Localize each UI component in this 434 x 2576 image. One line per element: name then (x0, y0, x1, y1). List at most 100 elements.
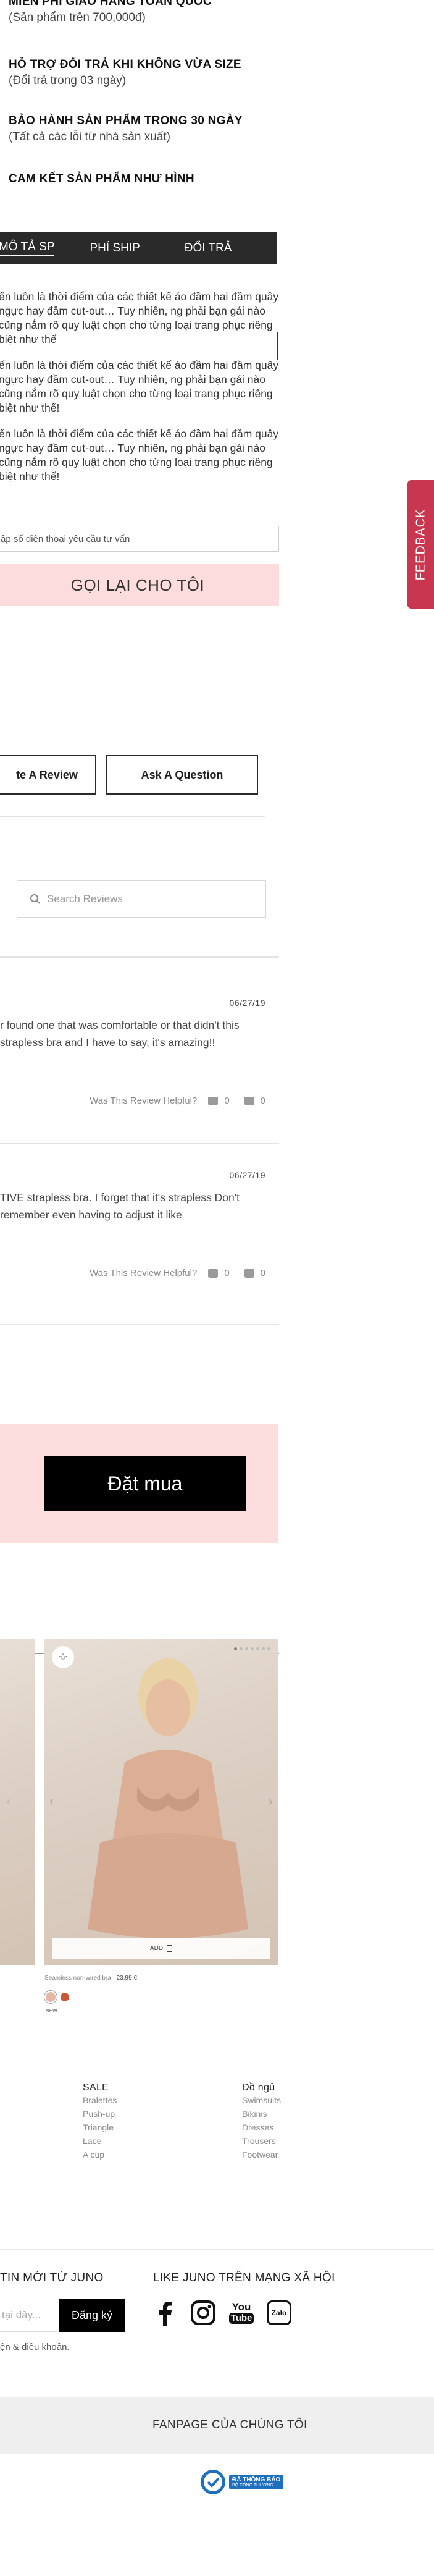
thumbs-up-icon[interactable] (208, 1268, 219, 1278)
bag-icon (167, 1945, 173, 1952)
search-icon (30, 894, 40, 904)
thumbs-down-icon[interactable] (244, 1268, 254, 1278)
add-label: ADD (149, 1945, 164, 1952)
helpful-label: Was This Review Helpful? (90, 1268, 198, 1278)
tab-shipping[interactable]: PHÍ SHIP (90, 242, 140, 255)
certification-line1: ĐÃ THÔNG BÁO (232, 2477, 281, 2483)
policy-item: BẢO HÀNH SẢN PHẨM TRONG 30 NGÀY (Tất cả … (9, 114, 280, 172)
model-figure (88, 1658, 248, 1938)
product-image[interactable]: ☆ ‹ › ADD (44, 1639, 278, 1965)
newsletter-title: TIN MỚI TỪ JUNO (0, 2271, 104, 2284)
policy-title: MIỄN PHÍ GIAO HÀNG TOÀN QUỐC (9, 0, 212, 8)
check-badge-icon (201, 2470, 225, 2494)
policy-subtitle: (Tất cả các lỗi từ nhà sản xuất) (9, 130, 170, 143)
color-swatch[interactable] (44, 1990, 57, 2004)
color-swatches (44, 1990, 69, 2004)
thumbs-down-icon[interactable] (244, 1096, 254, 1106)
review-item: 06/27/19 TIVE strapless bra. I forget th… (0, 1170, 265, 1278)
add-to-cart-button[interactable]: ADD (52, 1938, 270, 1959)
youtube-icon[interactable]: You Tube (228, 2300, 254, 2326)
review-helpful: Was This Review Helpful? 0 0 (0, 1096, 265, 1106)
footer-column-title: SALE (83, 2082, 109, 2093)
footer-link[interactable]: Lace (83, 2134, 117, 2148)
wishlist-star-icon[interactable]: ☆ (52, 1646, 74, 1668)
search-placeholder: Search Reviews (47, 893, 123, 905)
fanpage-band: FANPAGE CỦA CHÚNG TÔI (0, 2397, 434, 2454)
description-paragraph: ến luôn là thời điểm của các thiết kế áo… (0, 428, 279, 483)
policy-item: CAM KẾT SẢN PHẨM NHƯ HÌNH (9, 172, 280, 186)
review-date: 06/27/19 (229, 1170, 265, 1180)
tab-description[interactable]: MÔ TẢ SP (0, 240, 55, 256)
write-review-button[interactable]: te A Review (0, 755, 96, 795)
thumbs-up-count: 0 (224, 1268, 230, 1278)
product-price: 23,99 € (116, 1975, 137, 1982)
thumbs-down-count: 0 (260, 1268, 265, 1278)
review-text: TIVE strapless bra. I forget that it's s… (0, 1191, 240, 1221)
divider (0, 816, 265, 817)
instagram-icon[interactable] (190, 2300, 216, 2326)
policy-subtitle: (Đổi trả trong 03 ngày) (9, 74, 127, 87)
zalo-text: Zalo (271, 2308, 287, 2317)
description-paragraph: ến luôn là thời điểm của các thiết kế áo… (0, 290, 279, 345)
thumbs-up-count: 0 (224, 1096, 230, 1106)
search-reviews-input[interactable]: Search Reviews (17, 880, 266, 918)
tab-returns[interactable]: ĐỔI TRẢ (185, 242, 232, 255)
footer-link[interactable]: Triangle (83, 2121, 117, 2134)
zalo-icon[interactable]: Zalo (267, 2300, 291, 2325)
newsletter-input[interactable]: tại đây... (0, 2299, 57, 2332)
policy-title: CAM KẾT SẢN PHẨM NHƯ HÌNH (9, 172, 194, 185)
description-paragraph: ến luôn là thời điểm của các thiết kế áo… (0, 359, 279, 414)
footer-link[interactable]: Push-up (83, 2107, 117, 2121)
new-badge: NEW (46, 2008, 57, 2014)
footer-link[interactable]: Swimsuits (242, 2093, 281, 2107)
phone-input[interactable]: ập số điện thoại yêu cầu tư vấn (0, 526, 279, 552)
policy-subtitle: (Sản phẩm trên 700,000đ) (9, 11, 146, 24)
newsletter-placeholder: tại đây... (2, 2309, 41, 2321)
newsletter-terms[interactable]: ện & điều khoản. (0, 2342, 70, 2352)
product-info: Seamless non-wired bra 23,99 € (44, 1975, 137, 1982)
footer-column: SALE Bralettes Push-up Triangle Lace A c… (83, 2082, 117, 2161)
social-title: LIKE JUNO TRÊN MẠNG XÃ HỘI (153, 2271, 335, 2284)
policy-title: HỖ TRỢ ĐỔI TRẢ KHI KHÔNG VỪA SIZE (9, 58, 241, 71)
divider (0, 1324, 279, 1325)
thumbs-up-icon[interactable] (208, 1096, 219, 1106)
product-image-partial[interactable]: ‹ (0, 1639, 35, 1965)
text-cursor (277, 332, 278, 360)
certification-line2: BỘ CÔNG THƯƠNG (232, 2483, 273, 2488)
facebook-icon[interactable] (152, 2300, 178, 2326)
ask-question-button[interactable]: Ask A Question (106, 755, 258, 795)
divider (0, 956, 279, 958)
policy-item: HỖ TRỢ ĐỔI TRẢ KHI KHÔNG VỪA SIZE (Đổi t… (9, 58, 280, 114)
social-icons: You Tube Zalo (152, 2300, 291, 2326)
subscribe-button[interactable]: Đăng ký (59, 2299, 125, 2332)
policy-item: MIỄN PHÍ GIAO HÀNG TOÀN QUỐC (Sản phẩm t… (9, 0, 280, 58)
certification-text: ĐÃ THÔNG BÁO BỘ CÔNG THƯƠNG (229, 2475, 284, 2489)
ministry-certification-badge[interactable]: ĐÃ THÔNG BÁO BỘ CÔNG THƯƠNG (199, 2468, 289, 2496)
arrow-left-icon[interactable]: ‹ (6, 1793, 10, 1809)
footer-link[interactable]: Bikinis (242, 2107, 281, 2121)
footer-link[interactable]: Trousers (242, 2134, 281, 2148)
footer-column-title: Đồ ngủ (242, 2082, 275, 2093)
arrow-right-icon[interactable]: › (269, 1793, 273, 1809)
feedback-tab[interactable]: FEEDBACK (407, 480, 434, 609)
fanpage-title[interactable]: FANPAGE CỦA CHÚNG TÔI (152, 2418, 307, 2432)
policy-list: MIỄN PHÍ GIAO HÀNG TOÀN QUỐC (Sản phẩm t… (9, 0, 280, 186)
review-helpful: Was This Review Helpful? 0 0 (0, 1268, 265, 1278)
footer-link[interactable]: Dresses (242, 2121, 281, 2134)
footer-link[interactable]: Bralettes (83, 2093, 117, 2107)
order-button[interactable]: Đặt mua (44, 1456, 246, 1511)
color-swatch[interactable] (61, 1993, 69, 2001)
footer-link[interactable]: Footwear (242, 2148, 281, 2161)
thumbs-down-count: 0 (260, 1096, 265, 1106)
helpful-label: Was This Review Helpful? (90, 1096, 198, 1106)
product-name: Seamless non-wired bra (44, 1975, 111, 1982)
divider (0, 1143, 279, 1144)
product-info-tabs: MÔ TẢ SP PHÍ SHIP ĐỔI TRẢ (0, 232, 277, 264)
footer-column: Đồ ngủ Swimsuits Bikinis Dresses Trouser… (242, 2082, 281, 2161)
arrow-left-icon[interactable]: ‹ (49, 1793, 54, 1809)
review-date: 06/27/19 (229, 998, 265, 1008)
footer-divider (0, 2249, 434, 2250)
footer-link[interactable]: A cup (83, 2148, 117, 2161)
call-me-button[interactable]: GỌI LẠI CHO TÔI (0, 564, 279, 606)
review-text: r found one that was comfortable or that… (0, 1019, 240, 1049)
